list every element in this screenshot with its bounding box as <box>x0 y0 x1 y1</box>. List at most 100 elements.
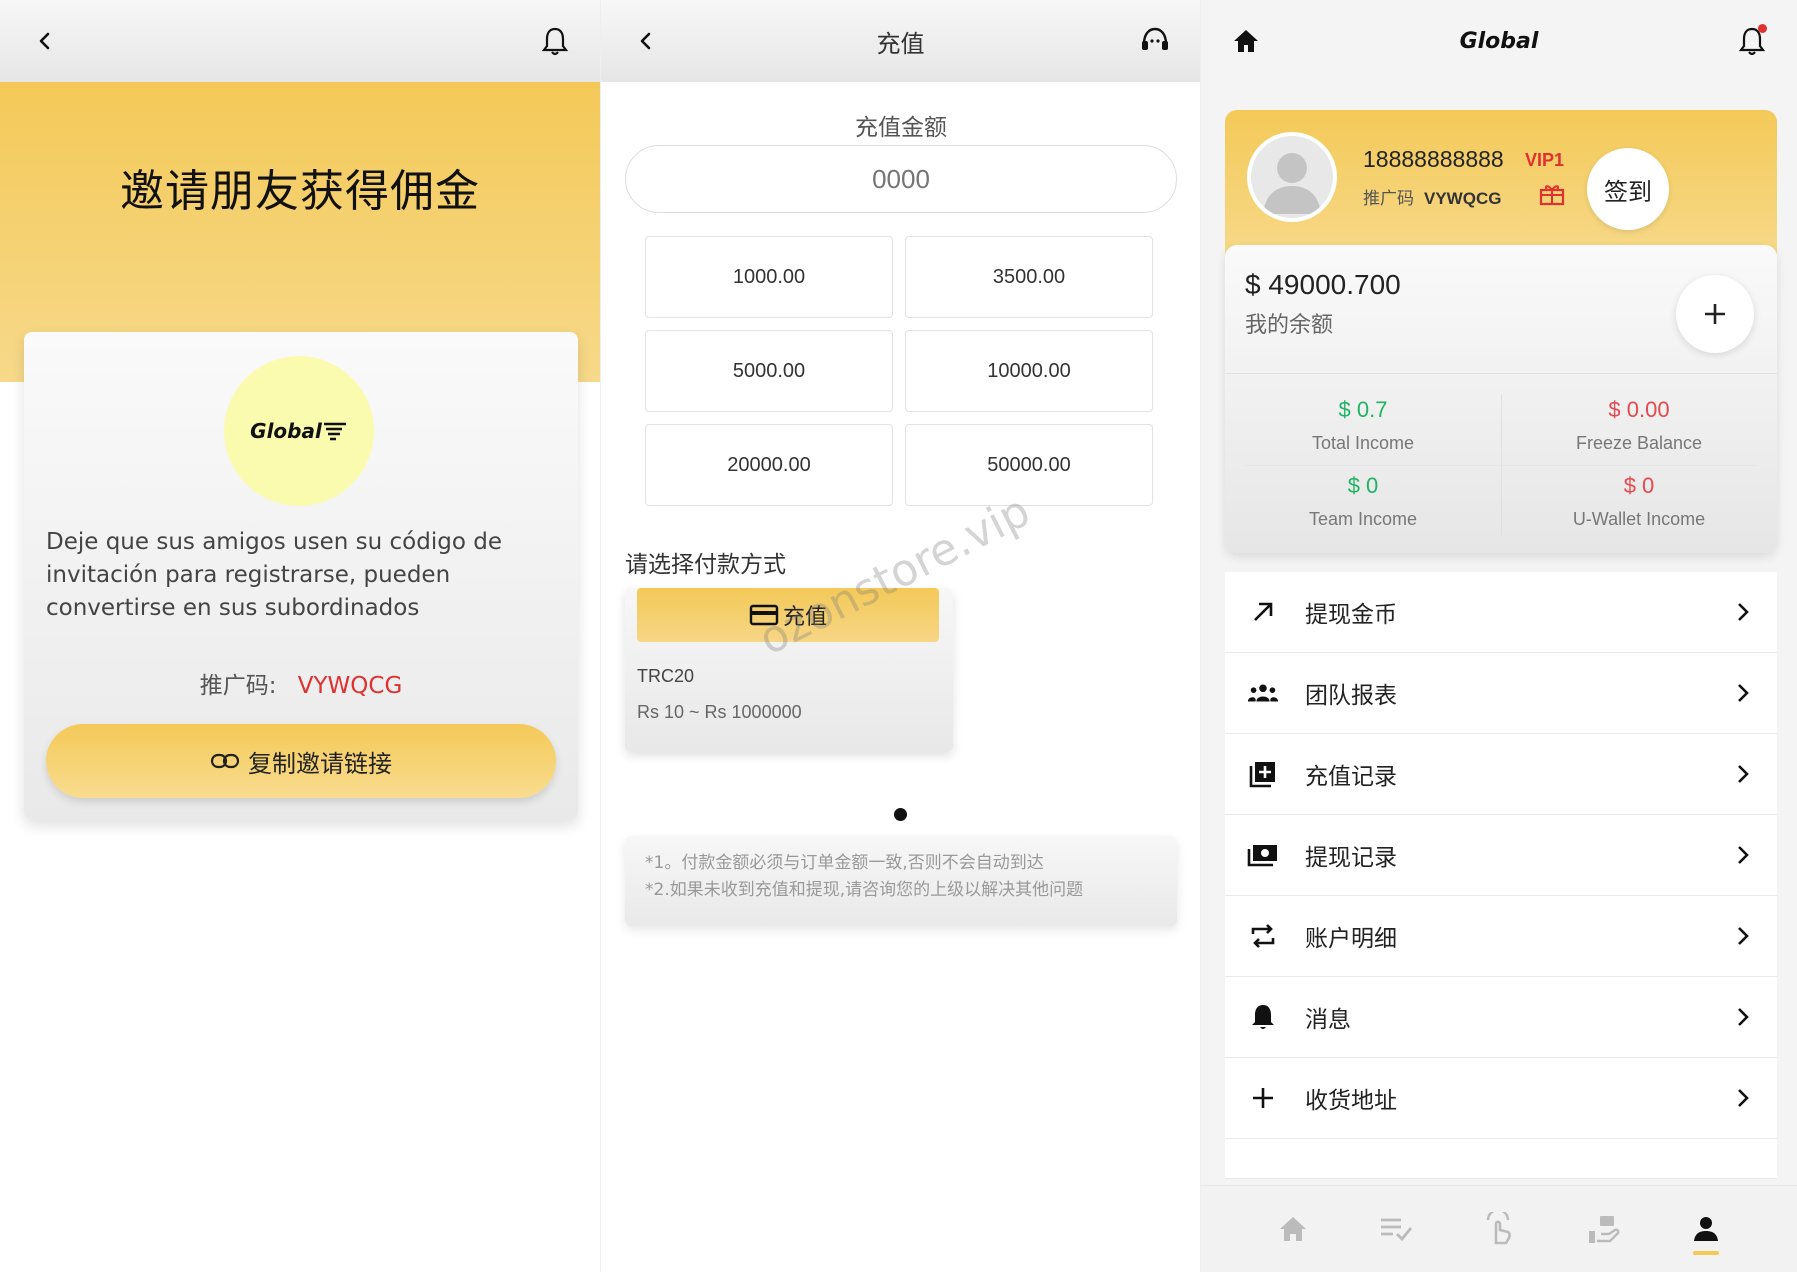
menu-item-label: 消息 <box>1305 1007 1351 1033</box>
invite-heading: 邀请朋友获得佣金 <box>120 166 480 217</box>
menu-item-label: 团队报表 <box>1305 683 1397 709</box>
menu-item-recharge-records[interactable]: 充值记录 <box>1225 734 1777 815</box>
bell-icon <box>1247 1001 1279 1033</box>
balance-card: $ 49000.700 我的余额 $ 0.7 Total Income $ 0.… <box>1225 245 1777 553</box>
promo-code-value: VYWQCG <box>1424 189 1502 208</box>
preset-amount-button[interactable]: 20000.00 <box>645 424 893 506</box>
menu-item-label: 账户明细 <box>1305 926 1397 952</box>
account-screen: Global 18888888888 VIP1 推广码 VYWQCG 签到 $ 4… <box>1200 0 1797 1272</box>
stat-total-income: $ 0.7 Total Income <box>1225 397 1501 454</box>
divider <box>1225 373 1777 374</box>
preset-amount-button[interactable]: 3500.00 <box>905 236 1153 318</box>
gift-icon[interactable] <box>1539 182 1565 210</box>
promo-code-label: 推广码 <box>1363 189 1414 209</box>
stat-value: $ 0 <box>1623 473 1655 498</box>
swap-icon <box>1247 920 1279 952</box>
preset-amount-button[interactable]: 1000.00 <box>645 236 893 318</box>
account-topbar: Global <box>1201 0 1797 82</box>
recharge-screen: 充值 充值金额 1000.00 3500.00 5000.00 10000.00… <box>600 0 1200 1272</box>
profile-card: 18888888888 VIP1 推广码 VYWQCG 签到 <box>1225 110 1777 260</box>
income-stats: $ 0.7 Total Income $ 0.00 Freeze Balance… <box>1225 385 1777 545</box>
tab-grab[interactable] <box>1469 1199 1529 1259</box>
menu-item-withdraw-records[interactable]: 提现记录 <box>1225 815 1777 896</box>
stat-value: $ 0.00 <box>1608 397 1670 422</box>
add-box-icon <box>1247 758 1279 790</box>
avatar[interactable] <box>1247 132 1337 222</box>
invite-card: Global Deje que sus amigos usen su códig… <box>24 332 578 820</box>
copy-invite-link-label: 复制邀请链接 <box>248 749 392 778</box>
bell-icon[interactable] <box>1733 22 1771 60</box>
arrow-up-right-icon <box>1247 596 1279 628</box>
promo-code-row: 推广码 VYWQCG <box>1363 184 1501 209</box>
menu-item-label: 充值记录 <box>1305 764 1397 790</box>
chevron-right-icon <box>1731 843 1755 867</box>
active-tab-indicator <box>1693 1251 1720 1255</box>
back-icon[interactable] <box>627 22 665 60</box>
recharge-topbar: 充值 <box>601 0 1200 82</box>
customer-service-icon[interactable] <box>1136 22 1174 60</box>
notification-badge <box>1758 24 1767 33</box>
payment-method-name: TRC20 <box>637 666 695 686</box>
link-icon <box>210 753 240 769</box>
tab-profile[interactable] <box>1676 1199 1736 1259</box>
invite-screen: 邀请朋友获得佣金 Global Deje que sus amigos usen… <box>0 0 600 1272</box>
amount-presets: 1000.00 3500.00 5000.00 10000.00 20000.0… <box>645 236 1155 506</box>
brand-logo: Global <box>1201 29 1797 54</box>
copy-invite-link-button[interactable]: 复制邀请链接 <box>46 724 556 798</box>
profile-icon <box>1694 1217 1719 1241</box>
orders-icon <box>1381 1218 1413 1242</box>
bottom-tab-bar <box>1201 1185 1797 1272</box>
grab-icon <box>1487 1212 1512 1245</box>
menu-item-label: 提现记录 <box>1305 845 1397 871</box>
stat-label: Total Income <box>1311 433 1415 453</box>
chevron-right-icon <box>1731 600 1755 624</box>
sign-in-button[interactable]: 签到 <box>1587 148 1669 230</box>
payment-method-range: Rs 10 ~ Rs 1000000 <box>637 702 802 722</box>
balance-amount: $ 49000.700 <box>1245 269 1401 300</box>
menu-item-messages[interactable]: 消息 <box>1225 977 1777 1058</box>
back-icon[interactable] <box>26 22 64 60</box>
user-silhouette-icon <box>1263 153 1321 214</box>
amount-input[interactable] <box>625 145 1177 213</box>
money-icon <box>1588 1216 1620 1243</box>
logo-text: Global <box>250 419 322 443</box>
preset-amount-button[interactable]: 10000.00 <box>905 330 1153 412</box>
stat-label: U-Wallet Income <box>1572 509 1706 529</box>
stat-freeze-balance: $ 0.00 Freeze Balance <box>1501 397 1777 454</box>
payment-method-label: 请选择付款方式 <box>625 552 786 578</box>
plus-icon <box>1247 1082 1279 1114</box>
menu-item-partial[interactable] <box>1225 1139 1777 1179</box>
brand-logo: Global <box>224 356 374 506</box>
promo-code-value: VYWQCG <box>297 673 403 699</box>
home-icon[interactable] <box>1227 22 1265 60</box>
vip-badge: VIP1 <box>1525 150 1565 170</box>
promo-code-row: 推广码: VYWQCG <box>24 666 578 700</box>
menu-item-withdraw[interactable]: 提现金币 <box>1225 572 1777 653</box>
bell-icon[interactable] <box>536 22 574 60</box>
tab-orders[interactable] <box>1366 1199 1426 1259</box>
chevron-right-icon <box>1731 1086 1755 1110</box>
chevron-right-icon <box>1731 762 1755 786</box>
menu-item-account-details[interactable]: 账户明细 <box>1225 896 1777 977</box>
preset-amount-button[interactable]: 5000.00 <box>645 330 893 412</box>
menu-item-label: 提现金币 <box>1305 602 1397 628</box>
note-line: *2.如果未收到充值和提现,请咨询您的上级以解决其他问题 <box>645 880 1084 900</box>
chevron-right-icon <box>1731 681 1755 705</box>
add-funds-button[interactable] <box>1676 275 1754 353</box>
preset-amount-button[interactable]: 50000.00 <box>905 424 1153 506</box>
plus-icon <box>1705 304 1725 324</box>
home-icon <box>1279 1217 1306 1241</box>
brand-text: Global <box>1459 28 1539 54</box>
tab-money[interactable] <box>1573 1199 1633 1259</box>
menu-item-shipping-address[interactable]: 收货地址 <box>1225 1058 1777 1139</box>
cash-icon <box>1247 839 1279 871</box>
balance-label: 我的余额 <box>1245 313 1334 338</box>
menu-item-team-report[interactable]: 团队报表 <box>1225 653 1777 734</box>
page-title: 充值 <box>876 29 925 58</box>
stat-label: Team Income <box>1308 509 1418 529</box>
stat-label: Freeze Balance <box>1575 433 1703 453</box>
tab-home[interactable] <box>1263 1199 1323 1259</box>
team-icon <box>1247 677 1279 709</box>
invite-topbar <box>0 0 600 82</box>
logo-stripes-icon <box>323 422 346 441</box>
